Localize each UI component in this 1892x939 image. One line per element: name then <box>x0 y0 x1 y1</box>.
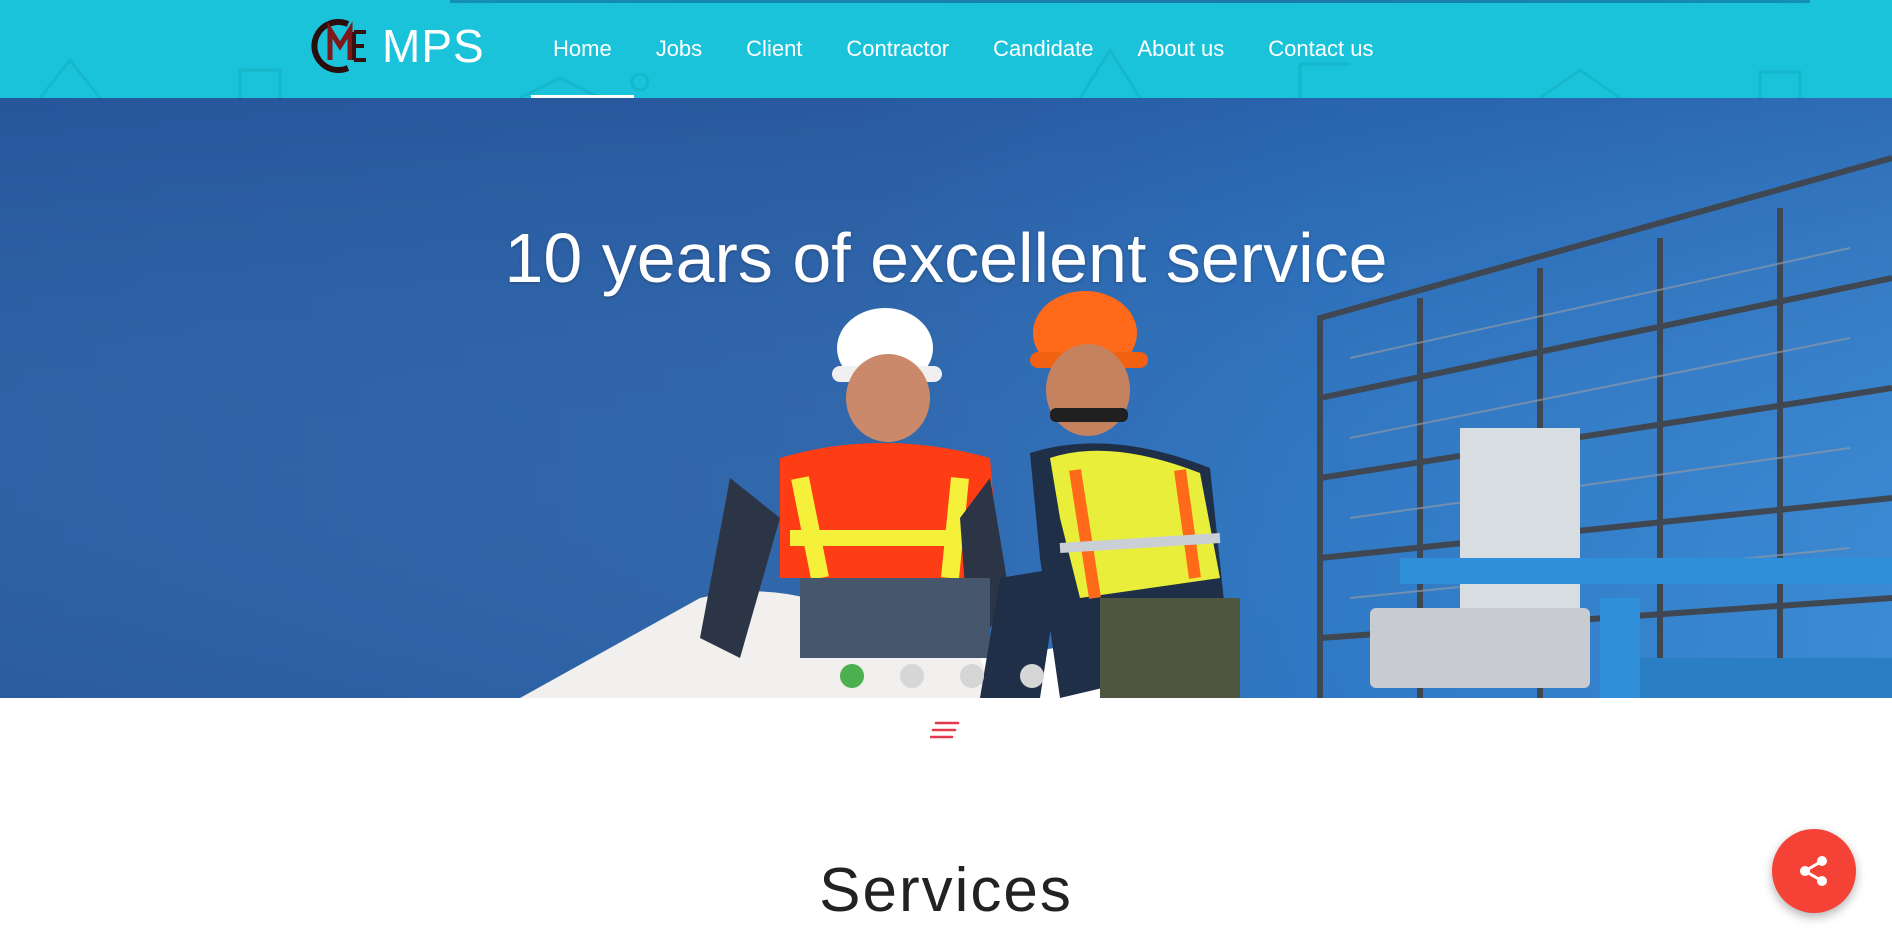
carousel-dot-3[interactable] <box>960 664 984 688</box>
carousel-dot-4[interactable] <box>1020 664 1044 688</box>
carousel-indicators <box>840 664 1044 688</box>
nav-about-us[interactable]: About us <box>1115 0 1246 98</box>
services-title: Services <box>819 856 1073 925</box>
main-nav-menu: Home Jobs Client Contractor Candidate Ab… <box>531 0 1395 98</box>
nav-contact-us[interactable]: Contact us <box>1246 0 1395 98</box>
carousel-dot-2[interactable] <box>900 664 924 688</box>
hero-carousel: 10 years of excellent service <box>0 98 1892 698</box>
nav-client[interactable]: Client <box>724 0 824 98</box>
nav-home[interactable]: Home <box>531 0 634 98</box>
nav-jobs[interactable]: Jobs <box>634 0 724 98</box>
brand-name: MPS <box>382 20 485 72</box>
top-navbar: MPS Home Jobs Client Contractor Candidat… <box>0 0 1892 98</box>
construction-workers-photo <box>0 98 1892 698</box>
share-button[interactable] <box>1772 829 1856 913</box>
share-icon <box>1800 856 1827 886</box>
hero-title: 10 years of excellent service <box>504 219 1388 297</box>
brand-logo-link[interactable]: MPS <box>310 18 485 74</box>
menu-lines-icon <box>930 721 960 739</box>
mps-logo-icon <box>311 19 366 73</box>
nav-contractor[interactable]: Contractor <box>824 0 971 98</box>
nav-candidate[interactable]: Candidate <box>971 0 1115 98</box>
carousel-dot-1[interactable] <box>840 664 864 688</box>
